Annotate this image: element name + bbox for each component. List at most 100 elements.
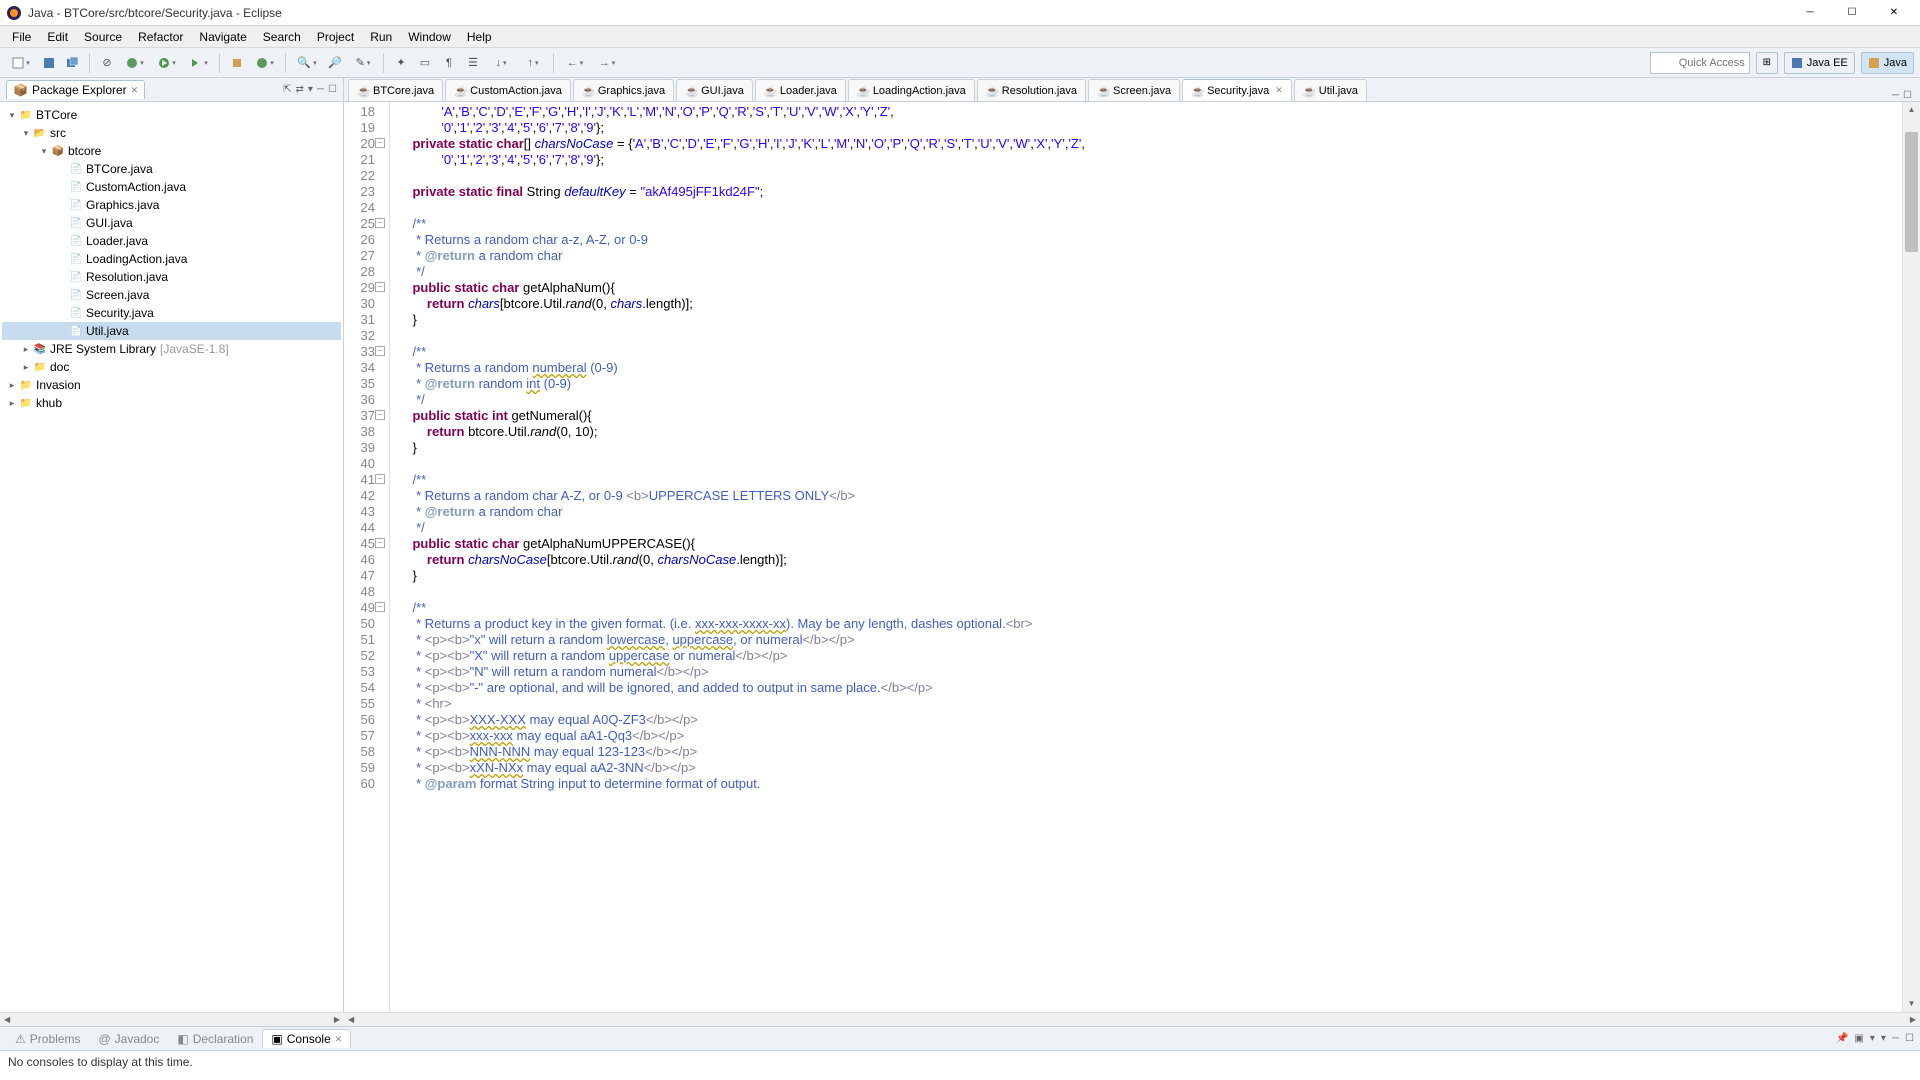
editor-tab[interactable]: ☕Screen.java bbox=[1088, 79, 1180, 101]
menu-run[interactable]: Run bbox=[362, 28, 400, 46]
code-editor[interactable]: 181920−2122232425−26272829−30313233−3435… bbox=[344, 102, 1920, 1012]
tree-package[interactable]: ▾📦btcore bbox=[2, 142, 341, 160]
tree-file[interactable]: 📄Screen.java bbox=[2, 286, 341, 304]
editor-tab[interactable]: ☕Resolution.java bbox=[977, 79, 1086, 101]
scroll-down-icon[interactable]: ▼ bbox=[1903, 996, 1920, 1012]
perspective-java[interactable]: Java bbox=[1861, 52, 1914, 74]
console-tab[interactable]: ▣Console✕ bbox=[262, 1029, 351, 1048]
line-gutter[interactable]: 181920−2122232425−26272829−30313233−3435… bbox=[344, 102, 390, 1012]
new-class-button[interactable] bbox=[250, 52, 280, 74]
editor-tab[interactable]: ☕LoadingAction.java bbox=[848, 79, 975, 101]
scroll-up-icon[interactable]: ▲ bbox=[1903, 102, 1920, 118]
close-button[interactable]: ✕ bbox=[1874, 2, 1914, 24]
tree-file-selected[interactable]: 📄Util.java bbox=[2, 322, 341, 340]
show-whitespace-button[interactable]: ¶ bbox=[438, 52, 460, 74]
menu-project[interactable]: Project bbox=[309, 28, 362, 46]
toggle-mark-button[interactable]: ✦ bbox=[390, 52, 412, 74]
vertical-scrollbar[interactable]: ▲ ▼ bbox=[1902, 102, 1920, 1012]
close-tab-icon[interactable]: ✕ bbox=[1275, 85, 1283, 96]
editor-tab[interactable]: ☕Util.java bbox=[1294, 79, 1367, 101]
search-button[interactable]: 🔎 bbox=[324, 52, 346, 74]
problems-tab[interactable]: ⚠Problems bbox=[6, 1029, 89, 1048]
new-console-icon[interactable]: ▾ bbox=[1881, 1033, 1886, 1044]
maximize-view-icon[interactable]: ☐ bbox=[328, 84, 337, 95]
code-content[interactable]: 'A','B','C','D','E','F','G','H','I','J',… bbox=[390, 102, 1902, 1012]
toggle-block-button[interactable]: ▭ bbox=[414, 52, 436, 74]
open-console-icon[interactable]: ▾ bbox=[1870, 1033, 1875, 1044]
perspective-java-ee[interactable]: Java EE bbox=[1784, 52, 1855, 74]
link-editor-icon[interactable]: ⇄ bbox=[296, 84, 304, 95]
open-perspective-button[interactable]: ⊞ bbox=[1756, 52, 1778, 74]
minimize-button[interactable]: ─ bbox=[1790, 2, 1830, 24]
new-button[interactable] bbox=[6, 52, 36, 74]
menu-file[interactable]: File bbox=[4, 28, 39, 46]
tree-file[interactable]: 📄Security.java bbox=[2, 304, 341, 322]
close-view-icon[interactable]: ✕ bbox=[131, 85, 139, 96]
editor-tab-active[interactable]: ☕Security.java✕ bbox=[1182, 79, 1292, 101]
menu-help[interactable]: Help bbox=[459, 28, 500, 46]
package-explorer-view: 📦 Package Explorer ✕ ⇱ ⇄ ▾ ─ ☐ ▾📁BTCore … bbox=[0, 78, 344, 1012]
tree-project[interactable]: ▸📁Invasion bbox=[2, 376, 341, 394]
maximize-console-icon[interactable]: ☐ bbox=[1905, 1033, 1914, 1044]
run-button[interactable] bbox=[152, 52, 182, 74]
toggle-breadcrumb-button[interactable]: ☰ bbox=[462, 52, 484, 74]
editor-area: ☕BTCore.java ☕CustomAction.java ☕Graphic… bbox=[344, 78, 1920, 1012]
editor-tab[interactable]: ☕Graphics.java bbox=[573, 79, 674, 101]
next-annotation-button[interactable]: ↓ bbox=[486, 52, 516, 74]
java-file-icon: ☕ bbox=[764, 85, 776, 97]
view-menu-icon[interactable]: ▾ bbox=[308, 84, 313, 95]
minimize-editor-icon[interactable]: ─ bbox=[1892, 90, 1899, 101]
maximize-button[interactable]: ☐ bbox=[1832, 2, 1872, 24]
run-last-button[interactable] bbox=[184, 52, 214, 74]
save-all-button[interactable] bbox=[62, 52, 84, 74]
collapse-all-icon[interactable]: ⇱ bbox=[283, 84, 291, 95]
menu-source[interactable]: Source bbox=[76, 28, 130, 46]
menu-refactor[interactable]: Refactor bbox=[130, 28, 191, 46]
debug-button[interactable] bbox=[120, 52, 150, 74]
tree-file[interactable]: 📄CustomAction.java bbox=[2, 178, 341, 196]
save-button[interactable] bbox=[38, 52, 60, 74]
scrollbar-thumb[interactable] bbox=[1905, 132, 1918, 252]
tree-src[interactable]: ▾📂src bbox=[2, 124, 341, 142]
package-explorer-tab[interactable]: 📦 Package Explorer ✕ bbox=[6, 80, 145, 99]
editor-tab[interactable]: ☕CustomAction.java bbox=[445, 79, 571, 101]
minimize-view-icon[interactable]: ─ bbox=[317, 84, 324, 95]
close-tab-icon[interactable]: ✕ bbox=[335, 1034, 343, 1045]
display-console-icon[interactable]: ▣ bbox=[1854, 1033, 1863, 1044]
java-file-icon: ☕ bbox=[1097, 85, 1109, 97]
package-tree[interactable]: ▾📁BTCore ▾📂src ▾📦btcore 📄BTCore.java 📄Cu… bbox=[0, 102, 343, 1012]
editor-tab[interactable]: ☕GUI.java bbox=[676, 79, 753, 101]
tree-jre[interactable]: ▸📚JRE System Library[JavaSE-1.8] bbox=[2, 340, 341, 358]
tree-file[interactable]: 📄GUI.java bbox=[2, 214, 341, 232]
pin-console-icon[interactable]: 📌 bbox=[1836, 1033, 1848, 1044]
open-type-button[interactable]: 🔍 bbox=[292, 52, 322, 74]
javadoc-tab[interactable]: @Javadoc bbox=[89, 1029, 168, 1048]
annotation-button[interactable]: ✎ bbox=[348, 52, 378, 74]
minimize-console-icon[interactable]: ─ bbox=[1892, 1033, 1899, 1044]
tree-project[interactable]: ▾📁BTCore bbox=[2, 106, 341, 124]
editor-tab[interactable]: ☕BTCore.java bbox=[348, 79, 443, 101]
tree-project[interactable]: ▸📁khub bbox=[2, 394, 341, 412]
declaration-tab[interactable]: ◧Declaration bbox=[168, 1029, 262, 1048]
quick-access-input[interactable] bbox=[1650, 52, 1750, 74]
console-icon: ▣ bbox=[271, 1032, 282, 1046]
editor-tab[interactable]: ☕Loader.java bbox=[755, 79, 846, 101]
tree-file[interactable]: 📄Graphics.java bbox=[2, 196, 341, 214]
menu-navigate[interactable]: Navigate bbox=[191, 28, 254, 46]
java-file-icon: ☕ bbox=[857, 85, 869, 97]
new-package-button[interactable] bbox=[226, 52, 248, 74]
tree-file[interactable]: 📄BTCore.java bbox=[2, 160, 341, 178]
menu-edit[interactable]: Edit bbox=[39, 28, 76, 46]
skip-breakpoints-button[interactable]: ⊘ bbox=[96, 52, 118, 74]
tree-file[interactable]: 📄Loader.java bbox=[2, 232, 341, 250]
back-button[interactable]: ← bbox=[560, 52, 590, 74]
menu-search[interactable]: Search bbox=[255, 28, 309, 46]
forward-button[interactable]: → bbox=[592, 52, 622, 74]
maximize-editor-icon[interactable]: ☐ bbox=[1903, 90, 1912, 101]
menu-window[interactable]: Window bbox=[400, 28, 459, 46]
tree-file[interactable]: 📄LoadingAction.java bbox=[2, 250, 341, 268]
horizontal-scroll[interactable]: ◀▶ ◀▶ bbox=[0, 1012, 1920, 1026]
tree-file[interactable]: 📄Resolution.java bbox=[2, 268, 341, 286]
prev-annotation-button[interactable]: ↑ bbox=[518, 52, 548, 74]
tree-doc[interactable]: ▸📁doc bbox=[2, 358, 341, 376]
